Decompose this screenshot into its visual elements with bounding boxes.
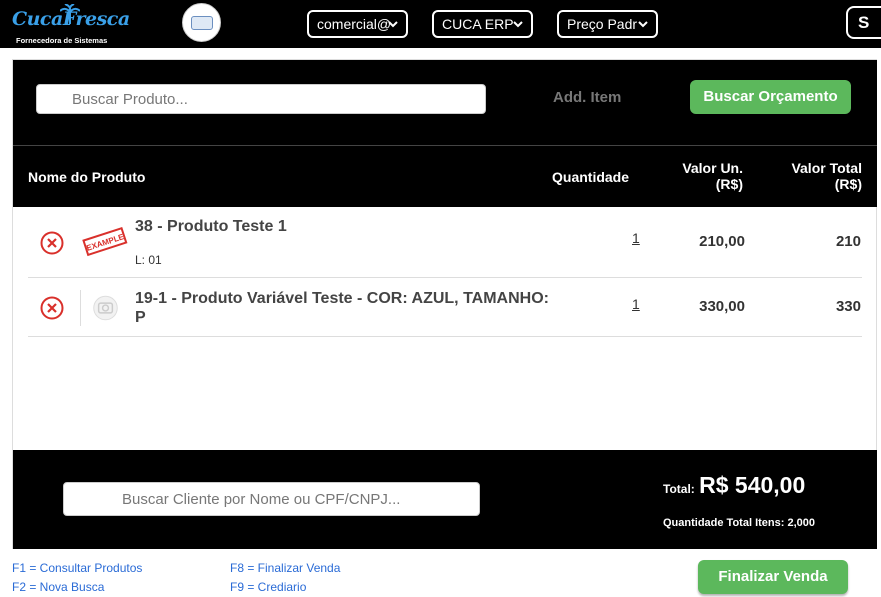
top-right-button[interactable]: S [846,6,881,39]
logo[interactable]: CucaFresca Fornecedora de Sistemas [10,4,130,45]
shortcut-f9[interactable]: F9 = Crediario [230,578,340,597]
table-row: 19-1 - Produto Variável Teste - COR: AZU… [28,278,862,337]
price-table-select[interactable]: Preço Padr [557,10,658,38]
top-navbar: CucaFresca Fornecedora de Sistemas comer… [0,0,881,48]
product-name: 19-1 - Produto Variável Teste - COR: AZU… [135,290,549,326]
product-search-bar: Add. Item Buscar Orçamento [13,60,877,145]
shortcut-list-left: F1 = Consultar Produtos F2 = Nova Busca [12,559,142,597]
price-select-value: Preço Padr [567,16,638,32]
add-item-button[interactable]: Add. Item [553,89,621,106]
quantity-link[interactable]: 1 [632,296,640,312]
shortcut-list-right: F8 = Finalizar Venda F9 = Crediario [230,559,340,597]
example-stamp-image: EXAMPLE [82,226,128,257]
shortcut-f2[interactable]: F2 = Nova Busca [12,578,142,597]
chevron-down-icon [638,21,648,28]
remove-item-icon[interactable] [40,296,64,320]
user-select[interactable]: comercial@ [307,10,408,38]
client-search-input[interactable] [64,483,479,515]
total-quantity-items: Quantidade Total Itens: 2,000 [663,517,815,529]
search-budget-button[interactable]: Buscar Orçamento [690,80,851,114]
sale-total: Total: R$ 540,00 [663,472,805,499]
camera-placeholder-icon [80,290,118,326]
total-amount: R$ 540,00 [699,472,806,498]
logo-text: CucaFresca [12,8,130,30]
header-total-value-line1: Valor Total [791,160,862,176]
company-select-value: CUCA ERP [442,16,514,32]
header-total-value: Valor Total (R$) [762,160,862,192]
product-name: 38 - Produto Teste 1 [135,218,287,235]
chevron-down-icon [388,21,398,28]
header-quantity: Quantidade [552,169,630,185]
unit-value: 210,00 [699,233,745,250]
sale-footer: Total: R$ 540,00 Quantidade Total Itens:… [13,450,877,549]
header-unit-value-line1: Valor Un. [682,160,743,176]
header-total-value-line2: (R$) [834,176,862,192]
table-header: Nome do Produto Quantidade Valor Un. (R$… [13,145,877,207]
quantity-link[interactable]: 1 [632,230,640,246]
total-value: 210 [835,233,861,250]
user-select-value: comercial@ [317,16,392,32]
product-lot: L: 01 [135,253,162,267]
chevron-down-icon [513,21,523,28]
company-select[interactable]: CUCA ERP [432,10,533,38]
client-search-box [63,482,480,516]
table-row: EXAMPLE 38 - Produto Teste 1 L: 01 1 210… [28,207,862,278]
unit-value: 330,00 [699,298,745,315]
shortcut-f8[interactable]: F8 = Finalizar Venda [230,559,340,578]
total-label: Total: [663,482,695,496]
product-search-box [36,84,486,114]
header-unit-value: Valor Un. (R$) [653,160,743,192]
header-product-name: Nome do Produto [28,169,146,185]
product-search-input[interactable] [37,85,485,113]
total-value: 330 [835,298,861,315]
remove-item-icon[interactable] [40,231,64,255]
shortcut-f1[interactable]: F1 = Consultar Produtos [12,559,142,578]
finalize-sale-button[interactable]: Finalizar Venda [698,560,848,594]
company-seal-icon[interactable] [182,3,221,42]
header-unit-value-line2: (R$) [715,176,743,192]
sale-panel: Add. Item Buscar Orçamento Nome do Produ… [12,59,877,549]
logo-tagline: Fornecedora de Sistemas [16,36,108,45]
